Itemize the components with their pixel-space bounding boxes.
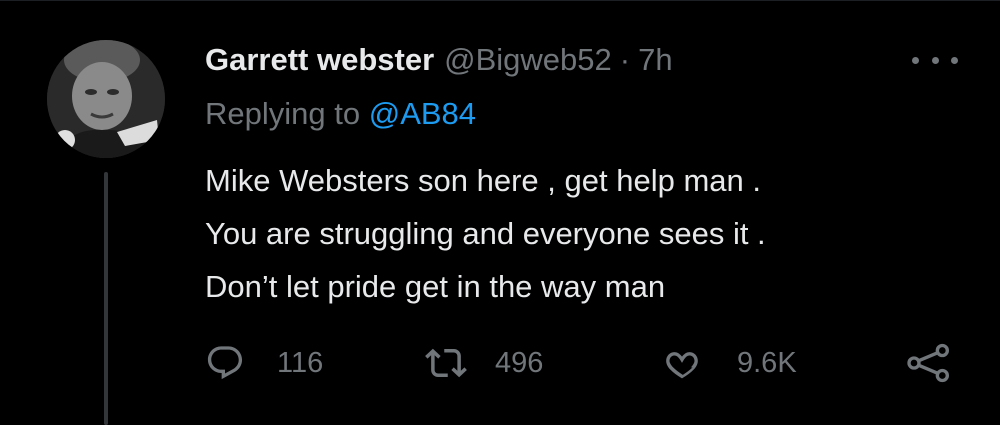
tweet-header: Garrett webster @Bigweb52 · 7h (205, 38, 673, 82)
like-button[interactable]: 9.6K (662, 340, 797, 386)
share-icon (907, 343, 949, 383)
separator-dot: · (619, 42, 631, 77)
retweet-button[interactable]: 496 (425, 340, 543, 386)
replying-to-label: Replying to (205, 96, 361, 131)
more-options-button[interactable] (912, 46, 958, 74)
reply-button[interactable]: 116 (205, 340, 323, 386)
replying-to-mention[interactable]: @AB84 (369, 96, 476, 131)
reply-icon (207, 346, 243, 380)
heart-icon (666, 352, 698, 379)
tweet-text: Mike Websters son here , get help man . … (205, 154, 985, 313)
user-handle[interactable]: @Bigweb52 (444, 42, 612, 78)
retweet-icon (425, 348, 467, 378)
avatar-photo-icon (47, 40, 165, 158)
tweet-text-line: You are struggling and everyone sees it … (205, 216, 766, 251)
thread-line (104, 172, 108, 425)
retweet-count: 496 (495, 346, 544, 379)
top-divider (0, 0, 1000, 1)
display-name[interactable]: Garrett webster (205, 42, 434, 78)
like-count: 9.6K (737, 346, 797, 379)
tweet-text-line: Don’t let pride get in the way man (205, 269, 666, 304)
more-dot (912, 56, 919, 64)
tweet-text-line: Mike Websters son here , get help man . (205, 163, 761, 198)
timestamp[interactable]: 7h (638, 42, 672, 78)
avatar[interactable] (47, 40, 165, 158)
replying-to-line: Replying to @AB84 (205, 96, 476, 132)
reply-count: 116 (277, 346, 324, 379)
more-dot (931, 56, 939, 64)
more-dot (951, 56, 958, 64)
share-button[interactable] (905, 340, 953, 386)
